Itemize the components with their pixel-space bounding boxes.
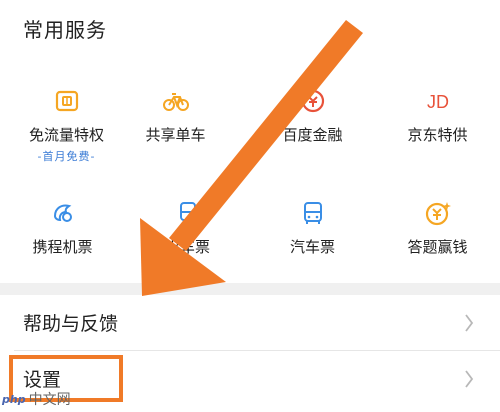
watermark-text: 中文网 — [28, 392, 71, 408]
ctrip-dolphin-icon — [53, 204, 72, 222]
service-label: 百度金融 — [282, 126, 343, 144]
service-label: 汽车票 — [289, 238, 335, 256]
common-services-section: 常用服务 免流量特权 -首月免费- 共享单车 百度金融 JD 京东特供 携程机票… — [0, 0, 500, 283]
finance-icon — [301, 89, 324, 113]
service-sub-label: -首月免费- — [37, 150, 96, 163]
help-feedback-row[interactable]: 帮助与反馈 — [0, 295, 500, 351]
service-label: 免流量特权 — [28, 126, 104, 144]
svg-text:JD: JD — [427, 92, 449, 112]
service-free-data[interactable]: 免流量特权 -首月免费- — [4, 86, 129, 164]
service-label: 携程机票 — [32, 238, 93, 256]
service-label: 答题赢钱 — [407, 238, 468, 256]
sim-card-icon — [55, 90, 78, 112]
service-bike-share[interactable]: 共享单车 — [113, 86, 238, 145]
help-feedback-label: 帮助与反馈 — [23, 313, 119, 335]
watermark: php 中文网 — [2, 388, 71, 410]
service-bus-tickets[interactable]: 汽车票 — [250, 198, 375, 257]
yuan-coin-icon — [425, 202, 451, 226]
watermark-logo: php — [2, 392, 26, 406]
service-label: 共享单车 — [145, 126, 206, 144]
section-title: 常用服务 — [23, 18, 107, 42]
service-quiz-win[interactable]: 答题赢钱 — [375, 198, 500, 257]
bicycle-icon — [162, 93, 189, 111]
bus-icon — [303, 202, 322, 224]
service-baidu-finance[interactable]: 百度金融 — [250, 86, 375, 145]
chevron-right-icon — [465, 370, 474, 388]
chevron-right-icon — [465, 314, 474, 332]
service-jd-special[interactable]: JD 京东特供 — [375, 86, 500, 145]
service-train-tickets[interactable]: 火车票 — [125, 198, 250, 257]
section-separator — [0, 283, 500, 295]
service-ctrip-flights[interactable]: 携程机票 — [0, 198, 125, 257]
jd-logo-icon: JD — [427, 92, 449, 112]
train-icon — [179, 202, 196, 224]
service-label: 京东特供 — [407, 126, 468, 144]
service-label: 火车票 — [164, 238, 210, 256]
